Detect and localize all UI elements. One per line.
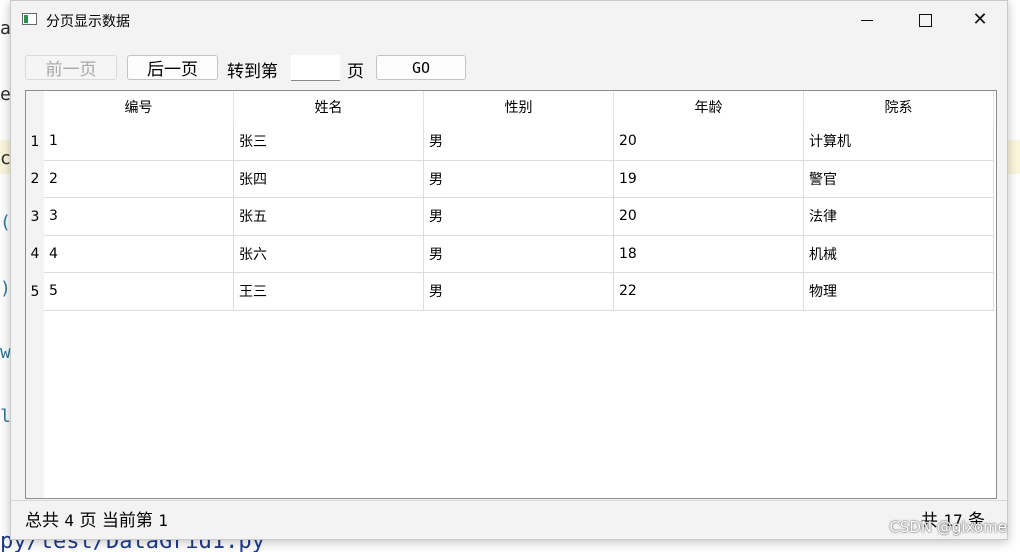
goto-label: 转到第 (227, 62, 278, 82)
table-row: 1 1 张三 男 20 计算机 (26, 123, 994, 161)
row-header[interactable]: 5 (26, 273, 44, 311)
table-cell[interactable]: 男 (424, 273, 614, 311)
table-cell[interactable]: 19 (614, 160, 804, 198)
table-body: 1 1 张三 男 20 计算机 2 2 张四 男 19 警官 3 3 张五 男 … (26, 123, 994, 311)
next-page-button[interactable]: 后一页 (127, 55, 218, 80)
table-cell[interactable]: 法律 (804, 198, 994, 236)
app-window: 分页显示数据 ✕ 前一页 后一页 转到第 页 GO 编号 姓名 性别 年龄 院系… (10, 0, 1008, 540)
pagination-toolbar: 前一页 后一页 转到第 页 GO (11, 53, 1007, 83)
table-row: 2 2 张四 男 19 警官 (26, 160, 994, 198)
table-cell[interactable]: 3 (44, 198, 234, 236)
page-number-input[interactable] (291, 55, 340, 81)
window-title: 分页显示数据 (46, 14, 130, 30)
page-word: 页 (79, 511, 97, 531)
go-button[interactable]: GO (376, 55, 466, 80)
prev-page-button[interactable]: 前一页 (25, 55, 117, 80)
table-cell[interactable]: 男 (424, 123, 614, 161)
minimize-button[interactable] (838, 1, 896, 39)
table-cell[interactable]: 18 (614, 235, 804, 273)
row-header[interactable]: 3 (26, 198, 44, 236)
row-header[interactable]: 4 (26, 235, 44, 273)
table-cell[interactable]: 王三 (234, 273, 424, 311)
table-cell[interactable]: 警官 (804, 160, 994, 198)
data-table: 编号 姓名 性别 年龄 院系 1 1 张三 男 20 计算机 2 2 张四 男 … (25, 90, 997, 499)
current-prefix: 当前第 (101, 511, 153, 531)
table-cell[interactable]: 计算机 (804, 123, 994, 161)
column-header-gender[interactable]: 性别 (424, 91, 614, 123)
column-header-department[interactable]: 院系 (804, 91, 994, 123)
table-cell[interactable]: 张三 (234, 123, 424, 161)
table-cell[interactable]: 20 (614, 123, 804, 161)
table-cell[interactable]: 张五 (234, 198, 424, 236)
total-prefix: 总共 (25, 511, 59, 531)
close-button[interactable]: ✕ (951, 1, 1009, 39)
table-cell[interactable]: 张六 (234, 235, 424, 273)
table-row: 4 4 张六 男 18 机械 (26, 235, 994, 273)
page-status: 总共 4 页 当前第 1 (25, 506, 168, 531)
table-cell[interactable]: 4 (44, 235, 234, 273)
column-header-id[interactable]: 编号 (44, 91, 234, 123)
table-cell[interactable]: 男 (424, 235, 614, 273)
row-header[interactable]: 2 (26, 160, 44, 198)
table-cell[interactable]: 22 (614, 273, 804, 311)
table-cell[interactable]: 2 (44, 160, 234, 198)
maximize-icon (918, 13, 932, 27)
table-cell[interactable]: 20 (614, 198, 804, 236)
table-cell[interactable]: 男 (424, 198, 614, 236)
table-cell[interactable]: 物理 (804, 273, 994, 311)
page-label: 页 (347, 62, 364, 82)
table-cell[interactable]: 男 (424, 160, 614, 198)
status-divider (11, 500, 1007, 501)
row-header[interactable]: 1 (26, 123, 44, 161)
table-corner[interactable] (26, 91, 44, 123)
table-cell[interactable]: 1 (44, 123, 234, 161)
column-header-name[interactable]: 姓名 (234, 91, 424, 123)
close-icon: ✕ (972, 9, 988, 30)
title-bar[interactable]: 分页显示数据 ✕ (11, 1, 1007, 39)
csdn-watermark: CSDN @gixome (889, 518, 1007, 536)
column-header-age[interactable]: 年龄 (614, 91, 804, 123)
table-header: 编号 姓名 性别 年龄 院系 (44, 91, 994, 123)
app-icon (22, 13, 37, 25)
current-page: 1 (158, 511, 168, 530)
table-row: 3 3 张五 男 20 法律 (26, 198, 994, 236)
total-pages: 4 (64, 511, 75, 530)
table-cell[interactable]: 机械 (804, 235, 994, 273)
maximize-button[interactable] (896, 1, 954, 39)
minimize-icon (861, 19, 873, 21)
table-cell[interactable]: 5 (44, 273, 234, 311)
table-cell[interactable]: 张四 (234, 160, 424, 198)
table-row: 5 5 王三 男 22 物理 (26, 273, 994, 311)
